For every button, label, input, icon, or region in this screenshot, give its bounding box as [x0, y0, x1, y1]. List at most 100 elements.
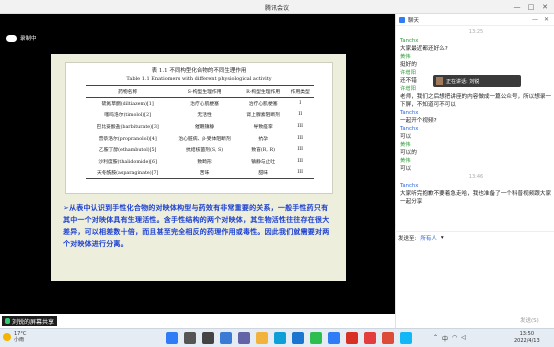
table-title-en: Table 1.1 Enatiomers with different phys…	[126, 76, 272, 82]
table-cell: III	[297, 123, 304, 129]
enantiomer-table: 药物名称 S-构型生理作用 R-构型生理作用 作用类型 硫氮草酮(diltiaz…	[86, 85, 314, 180]
task-view-icon[interactable]	[202, 332, 214, 344]
chat-teams-icon[interactable]	[238, 332, 250, 344]
chat-message: 黄伟 可以的	[400, 141, 552, 157]
chat-sender-name[interactable]: Tanchx	[400, 182, 552, 190]
weather-icon	[3, 333, 11, 341]
chat-timestamp: 13:25	[468, 29, 484, 35]
header-drug-name: 药物名称	[86, 85, 170, 98]
chat-message: 黄伟 可以	[400, 157, 552, 173]
chat-message: Tanchx 一起开个视频?	[400, 109, 552, 125]
header-type: 作用类型	[286, 85, 314, 98]
chat-sender-name[interactable]: Tanchx	[400, 125, 552, 133]
table-cell: 镇静与止吐	[251, 159, 276, 165]
chat-timestamp: 13:46	[468, 174, 484, 180]
chat-minimize-button[interactable]: —	[532, 16, 538, 23]
qq-icon[interactable]	[400, 332, 412, 344]
table-cell: 普萘洛尔(propranolol)[4]	[98, 136, 157, 142]
taskbar: 17°C 小雨 ⌃ 中 ◠ ◁ 13:50 2022/4/13	[0, 328, 554, 347]
send-to-bar: 发送至: 所有人 ▾	[395, 231, 554, 243]
chat-sender-name[interactable]: Tanchx	[400, 109, 552, 117]
table-cell: 治疗心肌梗塞	[248, 102, 278, 108]
cloud-record-icon	[6, 34, 17, 42]
table-row: 天冬酰胺(asparaginate)[7] 苦味 甜味 III	[86, 167, 314, 180]
slide-paragraph: ➢从表中认识到手性化合物的对映体构型与药效有非常重要的关系，一般手性药只有其中一…	[63, 204, 330, 248]
chat-sender-name[interactable]: 黄伟	[400, 157, 552, 165]
table-cell: 抗孕	[258, 136, 268, 142]
table-cell: III	[297, 135, 304, 141]
title-bar: 腾讯会议 — □ ✕	[0, 0, 554, 14]
table-cell: II	[298, 112, 303, 118]
chrome-icon[interactable]	[382, 332, 394, 344]
table-cell: 肾上腺素阻断剂	[246, 113, 280, 119]
table-row: 普萘洛尔(propranolol)[4] 治心脏病、β-受体阻断剂 抗孕 III	[86, 132, 314, 144]
table-cell: 沙利度胺(thalidomide)[6]	[98, 159, 157, 165]
microphone-icon	[5, 318, 10, 324]
tencent-meeting-icon[interactable]	[328, 332, 340, 344]
table-cell: 抗结核菌剂(S, S)	[185, 148, 224, 154]
screen-share-indicator[interactable]: 刘锐的屏幕共享	[2, 316, 58, 326]
chat-message-text: 挺好的	[400, 62, 417, 68]
chat-message: 黄伟 挺好的	[400, 53, 552, 69]
maximize-button[interactable]: □	[524, 1, 538, 13]
table-row: 硫氮草酮(diltiazem)[1] 治疗心肌梗塞 治疗心肌梗塞 I	[86, 98, 314, 110]
chat-message-text: 可以的	[400, 150, 417, 156]
table-cell: 甜味	[239, 167, 287, 180]
chat-sender-name[interactable]: Tanchx	[400, 37, 552, 45]
send-button[interactable]: 发送(S)	[520, 316, 539, 324]
language-indicator[interactable]: 中	[442, 334, 448, 343]
table-cell: 硫氮草酮(diltiazem)[1]	[101, 102, 154, 108]
clock[interactable]: 13:50 2022/4/13	[514, 331, 540, 345]
chat-message-text: 一起开个视频?	[400, 118, 437, 124]
windows-start-icon[interactable]	[166, 332, 178, 344]
table-title-cn: 表 1.1 不同构型化合物的不同生理作用	[151, 68, 247, 74]
chevron-down-icon[interactable]: ▾	[441, 235, 444, 241]
chat-title: 聊天	[408, 17, 420, 24]
chat-sender-name[interactable]: 黄伟	[400, 141, 552, 149]
wifi-icon[interactable]: ◠	[452, 334, 457, 343]
table-cell: III	[297, 147, 304, 153]
file-explorer-icon[interactable]	[256, 332, 268, 344]
chat-close-button[interactable]: ✕	[544, 16, 549, 23]
search-icon[interactable]	[184, 332, 196, 344]
edge-browser-icon[interactable]	[274, 332, 286, 344]
chat-message-text: 老师，我们之后想把讲座的内容做成一篇公众号，所以想录一下屏，不知道可不可以	[400, 94, 552, 108]
table-cell: 致盲(R, R)	[251, 148, 275, 154]
taskbar-apps	[166, 332, 412, 344]
chevron-up-icon[interactable]: ⌃	[433, 334, 438, 343]
volume-icon[interactable]: ◁	[461, 334, 466, 343]
table-cell: III	[297, 158, 304, 164]
table-cell: 无活性	[197, 113, 212, 119]
wechat-icon[interactable]	[310, 332, 322, 344]
recording-indicator[interactable]: 录制中	[6, 32, 37, 44]
pdf-reader-icon[interactable]	[346, 332, 358, 344]
table-row: 巴比妥酸盐(barbiturate)[3] 催眠镇静 导致痉挛 III	[86, 121, 314, 133]
table-row: 沙利度胺(thalidomide)[6] 致畸形 镇静与止吐 III	[86, 155, 314, 167]
chat-message-text: 可以	[400, 134, 412, 140]
clock-time: 13:50	[519, 331, 535, 337]
minimize-button[interactable]: —	[510, 1, 524, 13]
chat-sender-name[interactable]: 黄伟	[400, 53, 552, 61]
chat-message: Tanchx 大家听完抱歉不要着急走哈，我也准备了一个科普视频跟大家一起分享	[400, 182, 552, 206]
screen-share-label: 刘锐的屏幕共享	[12, 318, 55, 326]
chat-message-text: 可以	[400, 166, 412, 172]
store-icon[interactable]	[292, 332, 304, 344]
header-r-config: R-构型生理作用	[239, 85, 287, 98]
table-cell: I	[299, 101, 302, 107]
table-cell: 苦味	[169, 167, 240, 180]
speaking-text: 正在讲话: 刘锐	[446, 78, 480, 85]
weather-desc: 小雨	[14, 337, 25, 343]
table-cell: 治心脏病、β-受体阻断剂	[178, 136, 231, 142]
widgets-icon[interactable]	[220, 332, 232, 344]
chat-message-text: 大家最近都还好么?	[400, 46, 448, 52]
table-cell: 导致痉挛	[253, 124, 273, 130]
chat-header: 聊天	[396, 14, 554, 26]
chat-message: Tanchx 大家最近都还好么?	[400, 37, 552, 53]
chat-message-text: 大家听完抱歉不要着急走哈，我也准备了一个科普视频跟大家一起分享	[400, 191, 552, 205]
weather-widget[interactable]: 17°C 小雨	[3, 331, 26, 343]
table-cell: 乙胺丁醇(ethambutol)[5]	[98, 148, 157, 154]
send-to-select[interactable]: 所有人	[420, 234, 437, 242]
wps-icon[interactable]	[364, 332, 376, 344]
speaking-indicator: 正在讲话: 刘锐	[433, 75, 521, 87]
close-button[interactable]: ✕	[538, 1, 552, 13]
